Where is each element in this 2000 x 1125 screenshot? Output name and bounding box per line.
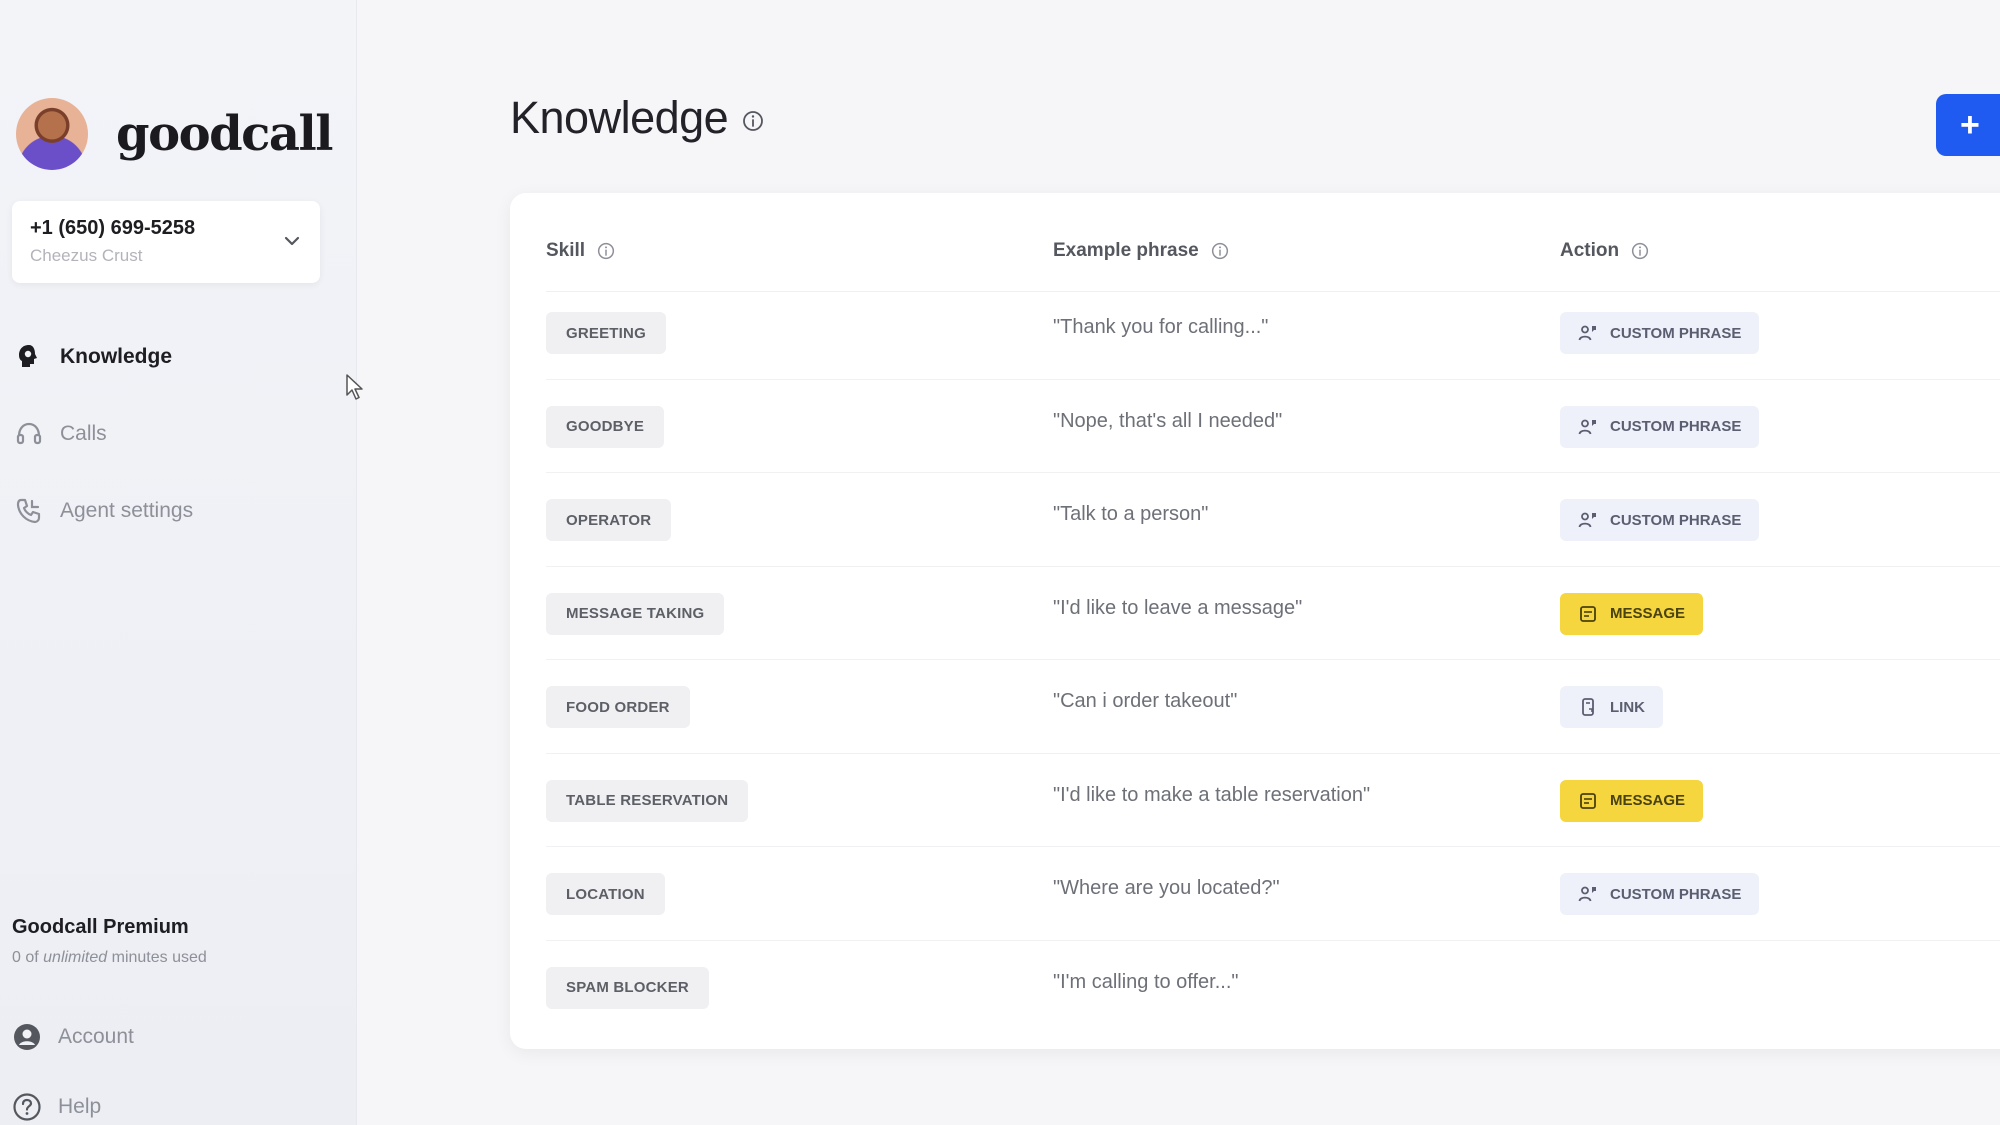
plan-info: Goodcall Premium 0 of unlimited minutes … bbox=[12, 916, 207, 967]
skill-chip[interactable]: TABLE RESERVATION bbox=[546, 779, 749, 822]
sidebar-nav: Knowledge Calls Agent settings bbox=[14, 318, 334, 549]
info-icon[interactable] bbox=[1631, 242, 1649, 260]
action-label: CUSTOM PHRASE bbox=[1610, 885, 1742, 903]
sidebar-item-label: Agent settings bbox=[60, 498, 194, 522]
phone-number: +1 (650) 699-5258 bbox=[30, 217, 196, 239]
info-icon[interactable] bbox=[1211, 242, 1229, 260]
message-icon bbox=[1580, 792, 1596, 809]
custom-phrase-icon bbox=[1578, 325, 1596, 341]
table-row[interactable]: FOOD ORDER "Can i order takeout" LINK bbox=[546, 660, 2000, 754]
action-chip[interactable]: MESSAGE bbox=[1560, 779, 1704, 822]
avatar[interactable] bbox=[16, 98, 88, 170]
example-phrase: "Where are you located?" bbox=[1053, 877, 1280, 899]
plan-title: Goodcall Premium bbox=[12, 916, 189, 938]
skill-chip[interactable]: GREETING bbox=[546, 312, 666, 354]
table-row[interactable]: LOCATION "Where are you located?" CUSTOM P… bbox=[546, 847, 2000, 941]
table-body: GREETING "Thank you for calling..." CUSTOM… bbox=[546, 286, 2000, 1034]
sidebar-item-label: Account bbox=[58, 1025, 134, 1048]
table-row[interactable]: TABLE RESERVATION "I'd like to make a tab… bbox=[546, 754, 2000, 847]
sidebar-item-calls[interactable]: Calls bbox=[14, 395, 334, 472]
sidebar: goodcall +1 (650) 699-5258 Cheezus Crust… bbox=[0, 0, 357, 1125]
action-label: CUSTOM PHRASE bbox=[1610, 511, 1742, 529]
header-label: Action bbox=[1560, 240, 1620, 261]
custom-phrase-icon bbox=[1578, 419, 1596, 434]
sidebar-item-knowledge[interactable]: Knowledge bbox=[14, 318, 334, 395]
skill-chip[interactable]: GOODBYE bbox=[546, 405, 665, 448]
sidebar-item-agent-settings[interactable]: Agent settings bbox=[14, 472, 334, 549]
action-chip[interactable]: LINK bbox=[1560, 686, 1663, 728]
column-header-phrase: Example phrase bbox=[1053, 240, 1229, 262]
action-chip[interactable]: CUSTOM PHRASE bbox=[1560, 405, 1760, 448]
phone-selector[interactable]: +1 (650) 699-5258 Cheezus Crust bbox=[12, 201, 320, 283]
example-phrase: "I'd like to make a table reservation" bbox=[1053, 783, 1371, 806]
message-icon bbox=[1580, 605, 1596, 622]
sidebar-item-label: Knowledge bbox=[60, 344, 173, 368]
link-icon bbox=[1582, 698, 1594, 716]
bottom-nav: Account Help bbox=[12, 1002, 134, 1125]
mouse-cursor-icon bbox=[346, 374, 363, 400]
table-row[interactable]: MESSAGE TAKING "I'd like to leave a messa… bbox=[546, 567, 2000, 660]
custom-phrase-icon bbox=[1578, 886, 1596, 902]
account-icon bbox=[12, 1022, 42, 1052]
example-phrase: "Thank you for calling..." bbox=[1053, 316, 1269, 338]
table-row[interactable]: OPERATOR "Talk to a person" CUSTOM PHRASE bbox=[546, 473, 2000, 567]
column-header-action: Action bbox=[1560, 240, 1649, 262]
add-skill-button[interactable]: + bbox=[1936, 94, 2000, 156]
app: goodcall +1 (650) 699-5258 Cheezus Crust… bbox=[0, 0, 2000, 1125]
help-icon bbox=[12, 1092, 42, 1122]
skill-chip[interactable]: SPAM BLOCKER bbox=[546, 966, 709, 1009]
usage-emphasis: unlimited bbox=[43, 949, 108, 966]
skill-chip[interactable]: MESSAGE TAKING bbox=[546, 592, 725, 635]
info-icon[interactable] bbox=[742, 110, 764, 132]
plan-usage: 0 of unlimited minutes used bbox=[12, 949, 207, 967]
info-icon[interactable] bbox=[597, 242, 615, 260]
knowledge-table: Skill Example phrase Action GREETING "Th… bbox=[510, 193, 2000, 1049]
sidebar-item-account[interactable]: Account bbox=[12, 1002, 134, 1072]
action-label: CUSTOM PHRASE bbox=[1610, 324, 1742, 342]
phone-settings-icon bbox=[14, 496, 44, 526]
action-chip[interactable]: CUSTOM PHRASE bbox=[1560, 499, 1760, 541]
business-name: Cheezus Crust bbox=[30, 246, 143, 265]
action-chip[interactable]: CUSTOM PHRASE bbox=[1560, 873, 1760, 915]
custom-phrase-icon bbox=[1578, 512, 1596, 528]
sidebar-item-help[interactable]: Help bbox=[12, 1072, 134, 1125]
example-phrase: "Nope, that's all I needed" bbox=[1053, 409, 1283, 432]
column-header-skill: Skill bbox=[546, 240, 615, 262]
action-label: LINK bbox=[1610, 698, 1645, 716]
action-chip[interactable]: MESSAGE bbox=[1560, 592, 1704, 635]
header-label: Example phrase bbox=[1053, 240, 1199, 261]
page-title: Knowledge bbox=[510, 92, 729, 143]
chevron-down-icon bbox=[284, 236, 300, 246]
sidebar-item-label: Calls bbox=[60, 421, 107, 445]
table-row[interactable]: GREETING "Thank you for calling..." CUSTOM… bbox=[546, 286, 2000, 380]
action-chip[interactable]: CUSTOM PHRASE bbox=[1560, 312, 1760, 354]
brain-head-icon bbox=[14, 342, 44, 372]
action-label: MESSAGE bbox=[1610, 605, 1686, 622]
usage-prefix: 0 of bbox=[12, 949, 44, 966]
skill-chip[interactable]: LOCATION bbox=[546, 873, 665, 915]
action-label: CUSTOM PHRASE bbox=[1610, 418, 1742, 435]
page-header: Knowledge bbox=[510, 92, 764, 144]
sidebar-item-label: Help bbox=[58, 1095, 102, 1118]
skill-chip[interactable]: OPERATOR bbox=[546, 499, 672, 541]
table-row[interactable]: SPAM BLOCKER "I'm calling to offer..." bbox=[546, 941, 2000, 1035]
example-phrase: "Talk to a person" bbox=[1053, 503, 1209, 525]
logo: goodcall bbox=[116, 106, 333, 162]
example-phrase: "I'd like to leave a message" bbox=[1053, 596, 1303, 619]
headset-icon bbox=[14, 419, 44, 449]
header-label: Skill bbox=[546, 240, 586, 261]
example-phrase: "Can i order takeout" bbox=[1053, 690, 1238, 712]
brand: goodcall bbox=[16, 98, 333, 170]
table-row[interactable]: GOODBYE "Nope, that's all I needed" CUSTOM… bbox=[546, 380, 2000, 473]
usage-suffix: minutes used bbox=[107, 949, 207, 966]
action-label: MESSAGE bbox=[1610, 792, 1686, 809]
skill-chip[interactable]: FOOD ORDER bbox=[546, 686, 690, 728]
table-header: Skill Example phrase Action bbox=[546, 231, 2000, 292]
example-phrase: "I'm calling to offer..." bbox=[1053, 970, 1239, 993]
